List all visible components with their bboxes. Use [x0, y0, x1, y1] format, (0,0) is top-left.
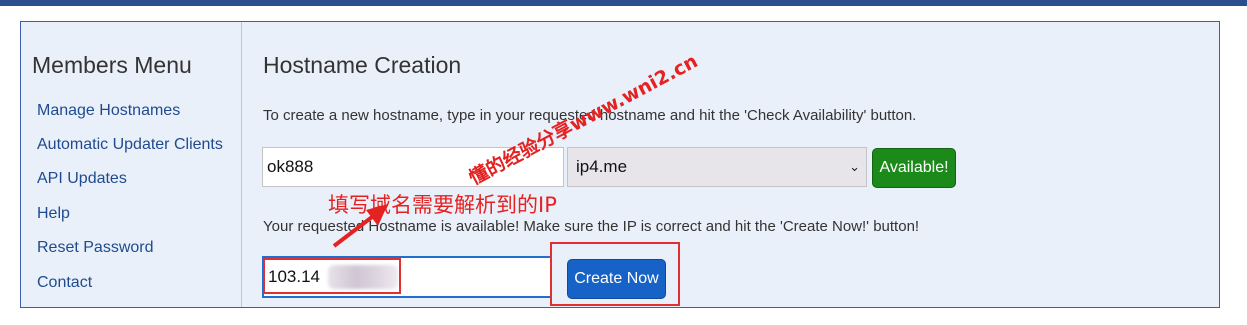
domain-select[interactable]: ip4.me ⌄: [567, 147, 867, 187]
sidebar-title: Members Menu: [32, 52, 192, 78]
sidebar-item-automatic-updater-clients[interactable]: Automatic Updater Clients: [37, 136, 223, 154]
sidebar-item-api-updates[interactable]: API Updates: [37, 170, 127, 188]
page-title: Hostname Creation: [263, 52, 462, 78]
members-sidebar: Members Menu Manage Hostnames Automatic …: [21, 22, 242, 307]
sidebar-item-reset-password[interactable]: Reset Password: [37, 239, 154, 257]
annotation-arrow-icon: [332, 204, 388, 248]
top-bar: [0, 0, 1247, 6]
create-button-highlight-box: [550, 242, 680, 306]
domain-select-value: ip4.me: [576, 157, 628, 176]
sidebar-item-contact[interactable]: Contact: [37, 274, 92, 292]
sidebar-item-manage-hostnames[interactable]: Manage Hostnames: [37, 102, 180, 120]
ip-highlight-box: [263, 258, 401, 294]
check-availability-button[interactable]: Available!: [872, 148, 956, 188]
chevron-down-icon: ⌄: [849, 159, 860, 174]
sidebar-item-help[interactable]: Help: [37, 205, 70, 223]
